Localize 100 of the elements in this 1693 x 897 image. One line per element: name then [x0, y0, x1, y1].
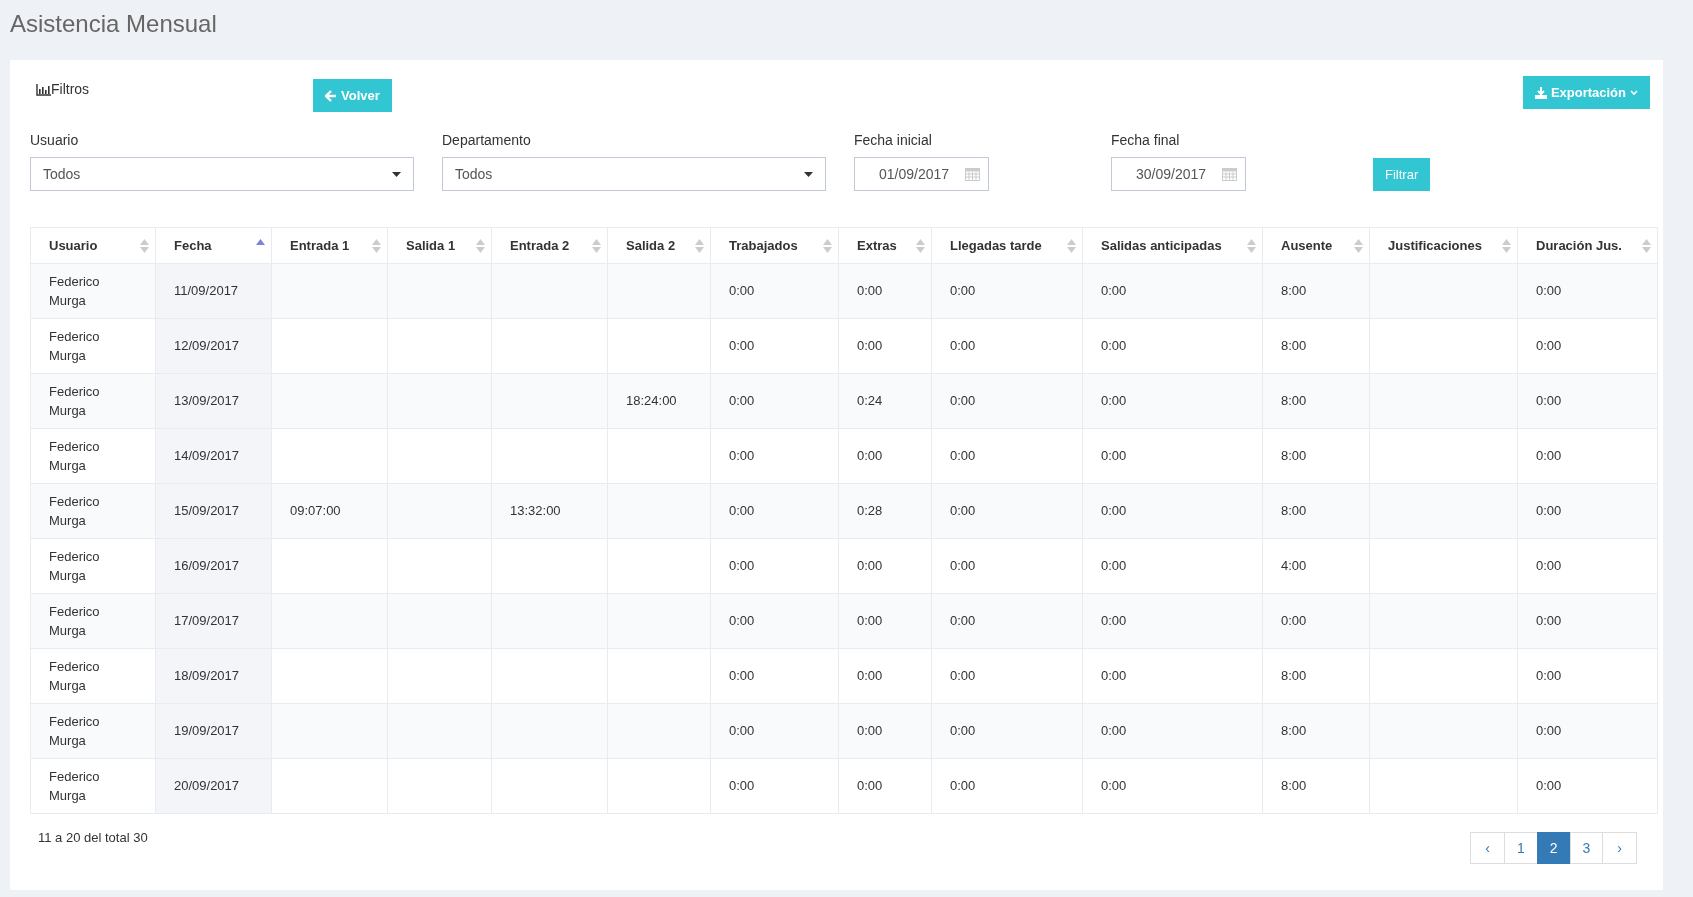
table-cell: 0:00: [1536, 503, 1562, 519]
table-cell: 0:00: [950, 723, 976, 739]
table-cell: 0:00: [950, 283, 976, 299]
table-cell: 18:24:00: [626, 393, 677, 409]
table-cell: 0:00: [857, 558, 883, 574]
table-cell: 8:00: [1281, 393, 1307, 409]
table-cell: 8:00: [1281, 503, 1307, 519]
download-icon: [1534, 86, 1547, 99]
column-header[interactable]: Salida 1: [387, 227, 492, 264]
table-cell: 20/09/2017: [174, 778, 240, 794]
column-header[interactable]: Justificaciones: [1369, 227, 1518, 264]
table-cell: Federico Murga: [49, 273, 100, 308]
table-cell: 0:00: [857, 338, 883, 354]
table-cell: 0:00: [729, 558, 755, 574]
table-cell: 0:00: [729, 778, 755, 794]
table-cell: 0:00: [729, 338, 755, 354]
table-cell: 0:00: [1101, 668, 1127, 684]
column-header[interactable]: Salidas anticipadas: [1082, 227, 1263, 264]
table-cell: Federico Murga: [49, 768, 100, 803]
date-field[interactable]: 30/09/2017: [1111, 157, 1246, 191]
table-cell: 4:00: [1281, 558, 1307, 574]
previous-page-button[interactable]: ‹: [1470, 832, 1505, 864]
table-cell: 0:24: [857, 393, 883, 409]
page-button[interactable]: 3: [1569, 832, 1604, 864]
table-cell: Federico Murga: [49, 603, 100, 638]
table-cell: 0:00: [857, 283, 883, 299]
field-label: Departamento: [442, 131, 532, 150]
table-cell: 0:00: [857, 778, 883, 794]
column-header[interactable]: Fecha: [155, 227, 272, 264]
column-header[interactable]: Trabajados: [710, 227, 839, 264]
table-cell: 8:00: [1281, 668, 1307, 684]
table-cell: 09:07:00: [290, 503, 341, 519]
date-field[interactable]: 01/09/2017: [854, 157, 989, 191]
table-cell: 8:00: [1281, 448, 1307, 464]
table-cell: 8:00: [1281, 338, 1307, 354]
field-label: Fecha inicial: [854, 131, 933, 150]
table-cell: 0:00: [950, 668, 976, 684]
table-cell: Federico Murga: [49, 383, 100, 418]
table-cell: Federico Murga: [49, 548, 100, 583]
table-cell: 0:00: [729, 393, 755, 409]
caret-icon: [392, 171, 401, 177]
table-cell: 0:00: [729, 723, 755, 739]
page-title: Asistencia Mensual: [9, 9, 218, 39]
table-cell: 0:00: [950, 558, 976, 574]
column-header[interactable]: Usuario: [30, 227, 156, 264]
table-cell: 0:00: [729, 668, 755, 684]
caret-icon: [804, 171, 813, 177]
table-cell: 0:00: [1101, 338, 1127, 354]
column-header[interactable]: Extras: [838, 227, 932, 264]
table-cell: 0:00: [1101, 613, 1127, 629]
table-cell: 0:00: [1536, 283, 1562, 299]
column-header[interactable]: Salida 2: [607, 227, 711, 264]
table-cell: 11/09/2017: [174, 283, 239, 299]
filters-label: Filtros: [51, 80, 90, 99]
column-header[interactable]: Llegadas tarde: [931, 227, 1083, 264]
field-label: Fecha final: [1111, 131, 1181, 150]
table-cell: 0:00: [1536, 668, 1562, 684]
table-cell: 0:00: [1101, 503, 1127, 519]
table-cell: 8:00: [1281, 283, 1307, 299]
table-cell: 0:00: [1536, 778, 1562, 794]
table-cell: 0:00: [1101, 778, 1127, 794]
table-cell: 13/09/2017: [174, 393, 240, 409]
table-cell: 0:00: [857, 723, 883, 739]
select-field[interactable]: Todos: [442, 157, 826, 191]
table-cell: 0:00: [857, 448, 883, 464]
table-cell: Federico Murga: [49, 658, 100, 693]
table-cell: 0:00: [1536, 613, 1562, 629]
page-button[interactable]: 2: [1536, 832, 1571, 864]
table-cell: 0:00: [729, 613, 755, 629]
table-cell: 0:00: [950, 613, 976, 629]
table-cell: Federico Murga: [49, 493, 100, 528]
next-page-button[interactable]: ›: [1602, 832, 1637, 864]
table-cell: 0:00: [1536, 393, 1562, 409]
column-header[interactable]: Entrada 1: [271, 227, 388, 264]
table-cell: 0:00: [950, 778, 976, 794]
table-cell: 0:00: [1101, 723, 1127, 739]
table-cell: 0:00: [950, 338, 976, 354]
table-cell: 19/09/2017: [174, 723, 240, 739]
column-header[interactable]: Duración Jus.: [1517, 227, 1658, 264]
table-cell: 0:00: [1101, 558, 1127, 574]
calendar-icon: [965, 167, 980, 181]
table-cell: 0:00: [729, 283, 755, 299]
table-cell: 0:00: [1101, 283, 1127, 299]
field-label: Usuario: [30, 131, 80, 150]
table-cell: 0:28: [857, 503, 883, 519]
table-cell: Federico Murga: [49, 713, 100, 748]
arrow-left-icon: [325, 89, 337, 102]
column-header[interactable]: Ausente: [1262, 227, 1370, 264]
table-cell: 18/09/2017: [174, 668, 240, 684]
select-field[interactable]: Todos: [30, 157, 414, 191]
page-button[interactable]: 1: [1503, 832, 1538, 864]
table-cell: 0:00: [857, 613, 883, 629]
table-cell: 0:00: [950, 448, 976, 464]
table-cell: 8:00: [1281, 778, 1307, 794]
table-cell: 8:00: [1281, 723, 1307, 739]
table-cell: 15/09/2017: [174, 503, 240, 519]
table-cell: 0:00: [1281, 613, 1307, 629]
table-cell: 0:00: [1536, 448, 1562, 464]
column-header[interactable]: Entrada 2: [491, 227, 608, 264]
table-cell: 13:32:00: [510, 503, 561, 519]
